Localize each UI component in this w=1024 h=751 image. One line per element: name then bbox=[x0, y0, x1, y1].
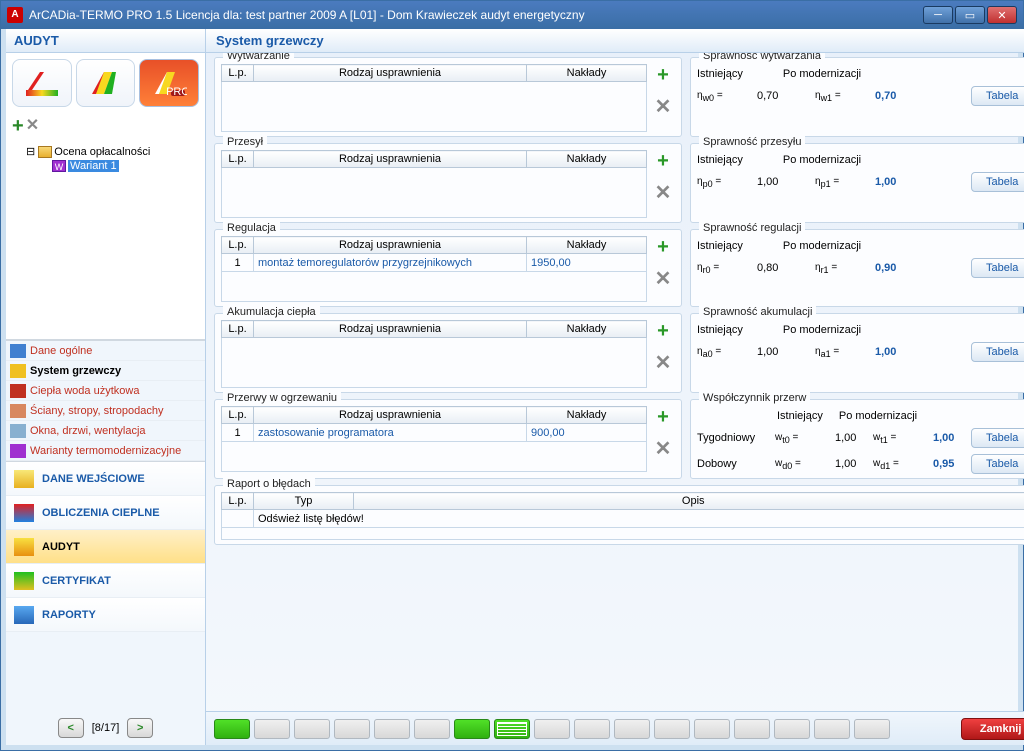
svg-text:PRO: PRO bbox=[166, 86, 187, 98]
group-eff-akumulacji: Sprawność akumulacji IstniejącyPo modern… bbox=[690, 313, 1024, 393]
grid-regulacja[interactable]: L.p.Rodzaj usprawnieniaNakłady 1montaż t… bbox=[221, 236, 647, 272]
group-regulacja: Regulacja L.p.Rodzaj usprawnieniaNakłady… bbox=[214, 229, 682, 307]
pager: < [8/17] > bbox=[6, 715, 205, 745]
pager-next[interactable]: > bbox=[127, 718, 153, 738]
group-przerwy: Przerwy w ogrzewaniu L.p.Rodzaj usprawni… bbox=[214, 399, 682, 479]
del-row-przerwy[interactable]: ✕ bbox=[655, 440, 672, 458]
step-4[interactable] bbox=[334, 719, 370, 739]
table-row: 1montaż temoregulatorów przygrzejnikowyc… bbox=[222, 254, 647, 272]
step-3[interactable] bbox=[294, 719, 330, 739]
step-13[interactable] bbox=[694, 719, 730, 739]
tabela-akumulacji[interactable]: Tabela bbox=[971, 342, 1024, 362]
footer: Zamknij bbox=[206, 711, 1024, 745]
add-row-wytwarzanie[interactable]: + bbox=[657, 66, 669, 84]
add-row-regulacja[interactable]: + bbox=[657, 238, 669, 256]
close-button[interactable]: Zamknij bbox=[961, 718, 1024, 740]
grid-przesyl[interactable]: L.p.Rodzaj usprawnieniaNakłady bbox=[221, 150, 647, 168]
group-wspolczynnik-przerw: Współczynnik przerw IstniejącyPo moderni… bbox=[690, 399, 1024, 479]
pager-prev[interactable]: < bbox=[58, 718, 84, 738]
step-9[interactable] bbox=[534, 719, 570, 739]
title-bar: A ArCADia-TERMO PRO 1.5 Licencja dla: te… bbox=[1, 1, 1023, 29]
grid-wytwarzanie[interactable]: L.p.Rodzaj usprawnieniaNakłady bbox=[221, 64, 647, 82]
group-przesyl: Przesył L.p.Rodzaj usprawnieniaNakłady + bbox=[214, 143, 682, 223]
tree-add-button[interactable]: + bbox=[12, 115, 24, 138]
table-row: 1zastosowanie programatora900,00 bbox=[222, 424, 647, 442]
pager-label: [8/17] bbox=[92, 722, 120, 734]
step-15[interactable] bbox=[774, 719, 810, 739]
del-row-regulacja[interactable]: ✕ bbox=[655, 270, 672, 288]
tree-root[interactable]: ⊟ Ocena opłacalności bbox=[12, 144, 199, 159]
group-eff-regulacji: Sprawność regulacji IstniejącyPo moderni… bbox=[690, 229, 1024, 307]
tabela-przesylu[interactable]: Tabela bbox=[971, 172, 1024, 192]
nav-system-grzewczy[interactable]: System grzewczy bbox=[6, 361, 205, 381]
window-close-button[interactable]: ✕ bbox=[987, 6, 1017, 24]
nav-okna[interactable]: Okna, drzwi, wentylacja bbox=[6, 421, 205, 441]
tabela-regulacji[interactable]: Tabela bbox=[971, 258, 1024, 278]
grid-przerwy[interactable]: L.p.Rodzaj usprawnieniaNakłady 1zastosow… bbox=[221, 406, 647, 442]
stage-nav: DANE WEJŚCIOWE OBLICZENIA CIEPLNE AUDYT … bbox=[6, 461, 205, 632]
page-title: System grzewczy bbox=[206, 29, 1024, 53]
step-11[interactable] bbox=[614, 719, 650, 739]
app-window: A ArCADia-TERMO PRO 1.5 Licencja dla: te… bbox=[0, 0, 1024, 751]
step-14[interactable] bbox=[734, 719, 770, 739]
sidebar: AUDYT PRO + ✕ ⊟ Ocena opłacalności WWari… bbox=[6, 29, 206, 745]
maximize-button[interactable]: ▭ bbox=[955, 6, 985, 24]
add-row-akumulacja[interactable]: + bbox=[657, 322, 669, 340]
nav-warianty[interactable]: Warianty termomodernizacyjne bbox=[6, 441, 205, 461]
step-2[interactable] bbox=[254, 719, 290, 739]
step-16[interactable] bbox=[814, 719, 850, 739]
add-row-przerwy[interactable]: + bbox=[657, 408, 669, 426]
step-6[interactable] bbox=[414, 719, 450, 739]
stage-certyfikat[interactable]: CERTYFIKAT bbox=[6, 564, 205, 598]
group-akumulacja: Akumulacja ciepła L.p.Rodzaj usprawnieni… bbox=[214, 313, 682, 393]
table-row: Odśwież listę błędów! bbox=[222, 510, 1024, 528]
step-8[interactable] bbox=[494, 719, 530, 739]
step-5[interactable] bbox=[374, 719, 410, 739]
step-12[interactable] bbox=[654, 719, 690, 739]
group-eff-wytwarzania: Sprawność wytwarzania IstniejącyPo moder… bbox=[690, 57, 1024, 137]
tree-child[interactable]: WWariant 1 bbox=[12, 159, 199, 173]
tabela-wytwarzania[interactable]: Tabela bbox=[971, 86, 1024, 106]
grid-errors[interactable]: L.p.TypOpis Odśwież listę błędów! bbox=[221, 492, 1024, 528]
tabela-dobowy[interactable]: Tabela bbox=[971, 454, 1024, 474]
variant-tree[interactable]: ⊟ Ocena opłacalności WWariant 1 bbox=[6, 140, 205, 340]
sidebar-title: AUDYT bbox=[6, 29, 205, 53]
tabela-tygodniowy[interactable]: Tabela bbox=[971, 428, 1024, 448]
group-eff-przesylu: Sprawność przesyłu IstniejącyPo moderniz… bbox=[690, 143, 1024, 223]
app-icon: A bbox=[7, 7, 23, 23]
nav-dane-ogolne[interactable]: Dane ogólne bbox=[6, 341, 205, 361]
step-1[interactable] bbox=[214, 719, 250, 739]
nav-ciepla-woda[interactable]: Ciepła woda użytkowa bbox=[6, 381, 205, 401]
grid-akumulacja[interactable]: L.p.Rodzaj usprawnieniaNakłady bbox=[221, 320, 647, 338]
step-17[interactable] bbox=[854, 719, 890, 739]
mode-btn-2[interactable] bbox=[76, 59, 136, 107]
mode-btn-3[interactable]: PRO bbox=[139, 59, 199, 107]
section-nav: Dane ogólne System grzewczy Ciepła woda … bbox=[6, 340, 205, 461]
stage-obliczenia[interactable]: OBLICZENIA CIEPLNE bbox=[6, 496, 205, 530]
del-row-przesyl[interactable]: ✕ bbox=[655, 184, 672, 202]
minimize-button[interactable]: ─ bbox=[923, 6, 953, 24]
step-10[interactable] bbox=[574, 719, 610, 739]
group-wytwarzanie: Wytwarzanie L.p.Rodzaj usprawnieniaNakła… bbox=[214, 57, 682, 137]
nav-sciany[interactable]: Ściany, stropy, stropodachy bbox=[6, 401, 205, 421]
del-row-wytwarzanie[interactable]: ✕ bbox=[655, 98, 672, 116]
mode-btn-1[interactable] bbox=[12, 59, 72, 107]
tree-delete-button[interactable]: ✕ bbox=[26, 115, 39, 138]
del-row-akumulacja[interactable]: ✕ bbox=[655, 354, 672, 372]
stage-audyt[interactable]: AUDYT bbox=[6, 530, 205, 564]
main-panel: System grzewczy Wytwarzanie L.p.Rodzaj u… bbox=[206, 29, 1024, 745]
group-raport-bledow: Raport o błędach L.p.TypOpis Odśwież lis… bbox=[214, 485, 1024, 545]
stage-dane-wejsciowe[interactable]: DANE WEJŚCIOWE bbox=[6, 462, 205, 496]
add-row-przesyl[interactable]: + bbox=[657, 152, 669, 170]
step-7[interactable] bbox=[454, 719, 490, 739]
stage-raporty[interactable]: RAPORTY bbox=[6, 598, 205, 632]
window-title: ArCADia-TERMO PRO 1.5 Licencja dla: test… bbox=[29, 8, 923, 22]
